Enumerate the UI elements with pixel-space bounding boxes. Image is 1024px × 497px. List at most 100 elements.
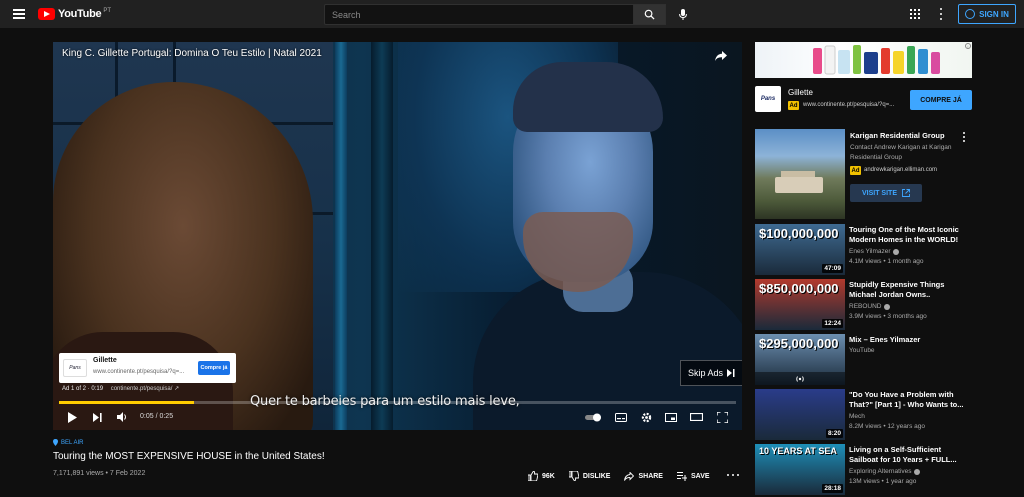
verified-icon [883, 303, 890, 310]
play-button[interactable] [65, 410, 79, 424]
advertiser-logo: Pans [755, 86, 781, 112]
settings-more-icon[interactable] [939, 8, 943, 20]
channel-name-text: YouTube [849, 347, 875, 354]
search-button[interactable] [633, 4, 666, 25]
volume-button[interactable] [115, 410, 129, 424]
ad-info-url[interactable]: continente.pt/pesquisa/ [111, 386, 173, 392]
miniplayer-icon [665, 412, 677, 422]
recommended-video[interactable]: $100,000,000 47:09 Touring One of the Most… [755, 224, 972, 275]
recommended-video[interactable]: 10 YEARS AT SEA 28:18 Living on a Self-Suf… [755, 444, 972, 495]
share-arrow-icon [624, 471, 635, 481]
video-duration: 12:24 [822, 319, 843, 328]
visit-site-button[interactable]: VISIT SITE [850, 184, 922, 202]
mix-radio-icon [755, 372, 845, 385]
autoplay-toggle[interactable] [585, 410, 603, 424]
share-label: SHARE [638, 472, 663, 480]
ad-badge: Ad [788, 101, 799, 110]
advertiser-name: Gillette [93, 357, 117, 364]
time-display: 0:05 / 0:25 [140, 413, 174, 420]
top-bar: YouTube PT SIGN IN [0, 0, 1024, 28]
promo-thumbnail[interactable] [755, 129, 845, 219]
advertiser-name: Gillette [788, 88, 813, 97]
verified-icon [892, 248, 899, 255]
channel-name-text: Exploring Alternatives [849, 468, 912, 475]
channel-name[interactable]: Mech [849, 413, 865, 420]
location-pin-icon [53, 439, 58, 446]
channel-name[interactable]: YouTube [849, 347, 875, 354]
save-button[interactable]: SAVE [676, 471, 710, 481]
ad-overlay-card[interactable]: Pans Gillette www.continente.pt/pesquisa… [59, 353, 236, 383]
share-icon[interactable] [714, 50, 728, 62]
video-meta: 13M views • 1 year ago [849, 478, 917, 485]
menu-icon[interactable] [13, 9, 25, 19]
channel-name[interactable]: Enes Yilmazer [849, 248, 899, 255]
video-thumbnail[interactable]: 10 YEARS AT SEA 28:18 [755, 444, 845, 495]
video-player[interactable]: King C. Gillette Portugal: Domina O Teu … [53, 42, 742, 430]
ad-video-title[interactable]: King C. Gillette Portugal: Domina O Teu … [62, 48, 322, 59]
video-title[interactable]: "Do You Have a Problem with That?" [Part… [849, 390, 967, 410]
thumbnail-text: $295,000,000 [759, 336, 839, 351]
video-title: Touring the MOST EXPENSIVE HOUSE in the … [53, 451, 325, 462]
settings-button[interactable] [639, 410, 653, 424]
video-thumbnail[interactable]: 8:20 [755, 389, 845, 440]
sidebar-banner-ad[interactable] [755, 42, 972, 78]
verified-icon [913, 468, 920, 475]
search-input[interactable] [325, 5, 633, 25]
video-stats: 7,171,891 views • 7 Feb 2022 [53, 470, 146, 477]
save-label: SAVE [690, 472, 710, 480]
sign-in-button[interactable]: SIGN IN [958, 4, 1016, 24]
promo-more-icon[interactable] [963, 132, 966, 142]
fullscreen-button[interactable] [715, 410, 729, 424]
miniplayer-button[interactable] [664, 410, 678, 424]
thumbnail-text: $100,000,000 [759, 226, 839, 241]
video-duration: 8:20 [825, 429, 843, 438]
ad-badge: Ad [850, 166, 861, 175]
ad-info-icon[interactable]: i [965, 43, 971, 49]
subtitles-icon [615, 412, 627, 422]
external-link-icon: ↗ [174, 386, 180, 392]
theater-mode-button[interactable] [689, 410, 703, 424]
location-tag[interactable]: BEL AIR [53, 439, 83, 446]
video-duration: 28:18 [822, 484, 843, 493]
voice-search-button[interactable] [673, 4, 693, 24]
video-thumbnail[interactable]: $100,000,000 47:09 [755, 224, 845, 275]
subtitles-button[interactable] [614, 410, 628, 424]
like-button[interactable]: 96K [528, 471, 555, 481]
more-actions-icon[interactable] [727, 471, 739, 479]
recommended-video[interactable]: $295,000,000 Mix – Enes Yilmazer YouTube [755, 334, 972, 385]
external-link-icon [902, 189, 910, 197]
recommended-video[interactable]: $850,000,000 12:24 Stupidly Expensive Thin… [755, 279, 972, 330]
video-title[interactable]: Living on a Self-Sufficient Sailboat for… [849, 445, 967, 465]
skip-ads-button[interactable]: Skip Ads [680, 360, 742, 386]
next-button[interactable] [90, 410, 104, 424]
video-title[interactable]: Touring One of the Most Iconic Modern Ho… [849, 225, 967, 245]
logo-text: YouTube [58, 8, 102, 20]
dislike-button[interactable]: DISLIKE [568, 471, 611, 481]
video-meta: 4.1M views • 1 month ago [849, 258, 924, 265]
video-meta: 3.9M views • 3 months ago [849, 313, 927, 320]
sidebar-ad[interactable]: Pans Gillette Ad www.continente.pt/pesqu… [755, 86, 972, 116]
add-to-playlist-icon [676, 471, 687, 481]
video-thumbnail[interactable]: $295,000,000 [755, 334, 845, 385]
dislike-label: DISLIKE [582, 472, 611, 480]
video-thumbnail[interactable]: $850,000,000 12:24 [755, 279, 845, 330]
apps-grid-icon[interactable] [910, 9, 920, 19]
play-icon [68, 411, 77, 423]
location-tag-label: BEL AIR [61, 439, 84, 446]
video-title[interactable]: Mix – Enes Yilmazer [849, 335, 967, 345]
channel-name-text: Mech [849, 413, 865, 420]
thumbs-up-icon [528, 471, 538, 481]
share-button[interactable]: SHARE [624, 471, 663, 481]
like-count: 96K [542, 472, 555, 480]
buy-now-button[interactable]: COMPRE JÁ [910, 90, 972, 110]
ad-card-buy-button[interactable]: Compre já [198, 361, 230, 375]
product-banner-image [813, 45, 940, 75]
youtube-logo[interactable]: YouTube PT [38, 8, 111, 20]
promo-description: Contact Andrew Karigan at Karigan Reside… [850, 144, 952, 161]
channel-name[interactable]: Exploring Alternatives [849, 468, 920, 475]
promoted-listing[interactable]: Karigan Residential Group Contact Andrew… [755, 129, 972, 219]
channel-name[interactable]: REBOUND [849, 303, 890, 310]
recommended-video[interactable]: 8:20 "Do You Have a Problem with That?" [… [755, 389, 972, 440]
video-title[interactable]: Stupidly Expensive Things Michael Jordan… [849, 280, 967, 300]
channel-name-text: REBOUND [849, 303, 882, 310]
